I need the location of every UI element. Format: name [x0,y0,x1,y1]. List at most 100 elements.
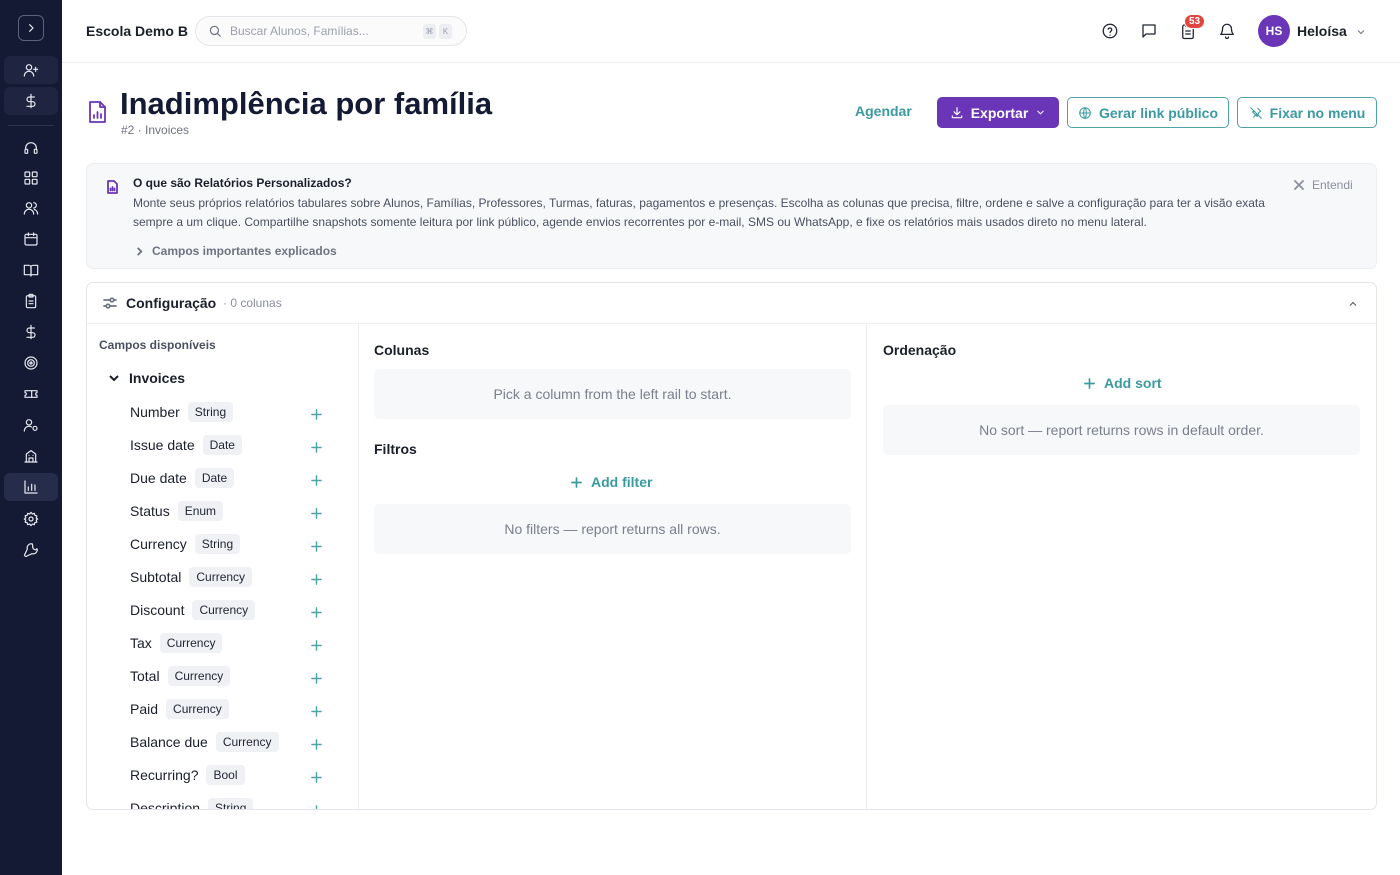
field-type-badge: Currency [192,600,256,620]
sliders-icon [103,296,117,315]
field-name: Paid [130,701,159,717]
important-fields-label: Campos importantes explicados [152,244,337,258]
search-input[interactable] [230,24,420,38]
sidebar-item-admissions[interactable] [4,56,58,84]
user-avatar[interactable]: HS [1258,15,1290,47]
columns-and-filters-panel: Colunas Pick a column from the left rail… [359,324,867,809]
add-field-button[interactable] [311,671,323,684]
export-label: Exportar [970,104,1029,121]
sidebar-item-tools[interactable] [4,536,58,564]
message-square-icon [1142,24,1156,38]
plus-icon [571,476,582,488]
topbar: Escola Demo B ⌘ K [62,0,1400,63]
sidebar-item-reports[interactable] [4,473,58,501]
field-row[interactable]: Discount Currency [130,599,330,621]
configuration-header[interactable]: Configuração · 0 colunas [87,283,1376,324]
sidebar [0,0,62,875]
users-icon [23,202,39,215]
sidebar-item-finance[interactable] [4,318,58,346]
add-field-button[interactable] [311,473,323,486]
available-fields-label: Campos disponíveis [99,338,216,352]
sidebar-item-staff[interactable] [4,411,58,439]
add-field-button[interactable] [311,506,323,519]
ticket-icon [24,390,38,398]
field-row[interactable]: Status Enum [130,500,330,522]
notifications-button[interactable] [1217,21,1237,41]
field-row[interactable]: Total Currency [130,665,330,687]
add-field-button[interactable] [311,572,323,585]
public-link-button[interactable]: Gerar link público [1067,97,1229,128]
add-field-button[interactable] [311,737,323,750]
settings-icon [23,511,39,527]
add-filter-button[interactable]: Add filter [571,474,652,490]
field-group-invoices[interactable]: Invoices [109,370,185,386]
dollar-icon [26,93,36,109]
available-fields-rail[interactable]: Campos disponíveis Invoices Number String… [87,324,359,810]
sidebar-item-courses[interactable] [4,256,58,284]
field-name: Description [130,800,201,810]
help-button[interactable] [1100,21,1120,41]
sidebar-item-people[interactable] [4,194,58,222]
page-subtitle: #2 · Invoices [121,123,190,137]
dismiss-label: Entendi [1312,178,1353,192]
columns-title: Colunas [374,342,430,358]
add-sort-button[interactable]: Add sort [1084,375,1162,391]
plus-icon [311,442,322,453]
pin-menu-label: Fixar no menu [1269,104,1366,121]
add-field-button[interactable] [311,605,323,618]
add-field-button[interactable] [311,638,323,651]
field-name: Due date [130,470,187,486]
tasks-badge: 53 [1184,14,1206,29]
add-field-button[interactable] [311,407,323,420]
add-filter-label: Add filter [591,474,653,490]
field-row[interactable]: Recurring? Bool [130,764,330,786]
field-type-badge: String [208,798,254,809]
search-bar[interactable]: ⌘ K [195,16,467,46]
add-field-button[interactable] [311,803,323,809]
field-row[interactable]: Description String [130,797,330,810]
field-row[interactable]: Tax Currency [130,632,330,654]
target-icon [24,356,38,370]
field-row[interactable]: Due date Date [130,467,330,489]
field-row[interactable]: Subtotal Currency [130,566,330,588]
sidebar-item-attendance[interactable] [4,287,58,315]
info-title: O que são Relatórios Personalizados? [133,176,352,190]
sort-empty-state: No sort — report returns rows in default… [883,405,1360,455]
sidebar-item-calendar[interactable] [4,225,58,253]
search-icon [209,25,221,37]
download-icon [951,106,962,118]
field-type-badge: Currency [215,732,279,752]
field-name: Status [130,503,170,519]
add-sort-label: Add sort [1104,375,1162,391]
sidebar-item-billing[interactable] [4,87,58,115]
plus-icon [311,541,322,552]
add-field-button[interactable] [311,440,323,453]
sidebar-item-school[interactable] [4,442,58,470]
pin-menu-button[interactable]: Fixar no menu [1237,97,1377,128]
add-field-button[interactable] [311,704,323,717]
plus-icon [311,508,322,519]
schedule-button[interactable]: Agendar [855,103,912,119]
sidebar-item-events[interactable] [4,380,58,408]
messages-button[interactable] [1139,21,1159,41]
sidebar-item-settings[interactable] [4,505,58,533]
add-field-button[interactable] [311,539,323,552]
field-row[interactable]: Balance due Currency [130,731,330,753]
sidebar-item-goals[interactable] [4,349,58,377]
school-name[interactable]: Escola Demo B [86,23,188,39]
sidebar-item-support[interactable] [4,134,58,162]
field-row[interactable]: Number String [130,401,330,423]
field-row[interactable]: Issue date Date [130,434,330,456]
field-name: Discount [130,602,185,618]
important-fields-toggle[interactable]: Campos importantes explicados [135,244,337,258]
user-name[interactable]: Heloísa [1297,23,1347,39]
user-menu-toggle[interactable] [1355,25,1367,43]
add-field-button[interactable] [311,770,323,783]
field-row[interactable]: Paid Currency [130,698,330,720]
export-button[interactable]: Exportar [937,97,1059,128]
sidebar-expand-button[interactable] [18,15,44,41]
dismiss-info-button[interactable]: Entendi [1294,178,1353,192]
field-row[interactable]: Currency String [130,533,330,555]
sidebar-item-dashboard[interactable] [4,164,58,192]
collapse-config-button[interactable] [1347,297,1359,315]
